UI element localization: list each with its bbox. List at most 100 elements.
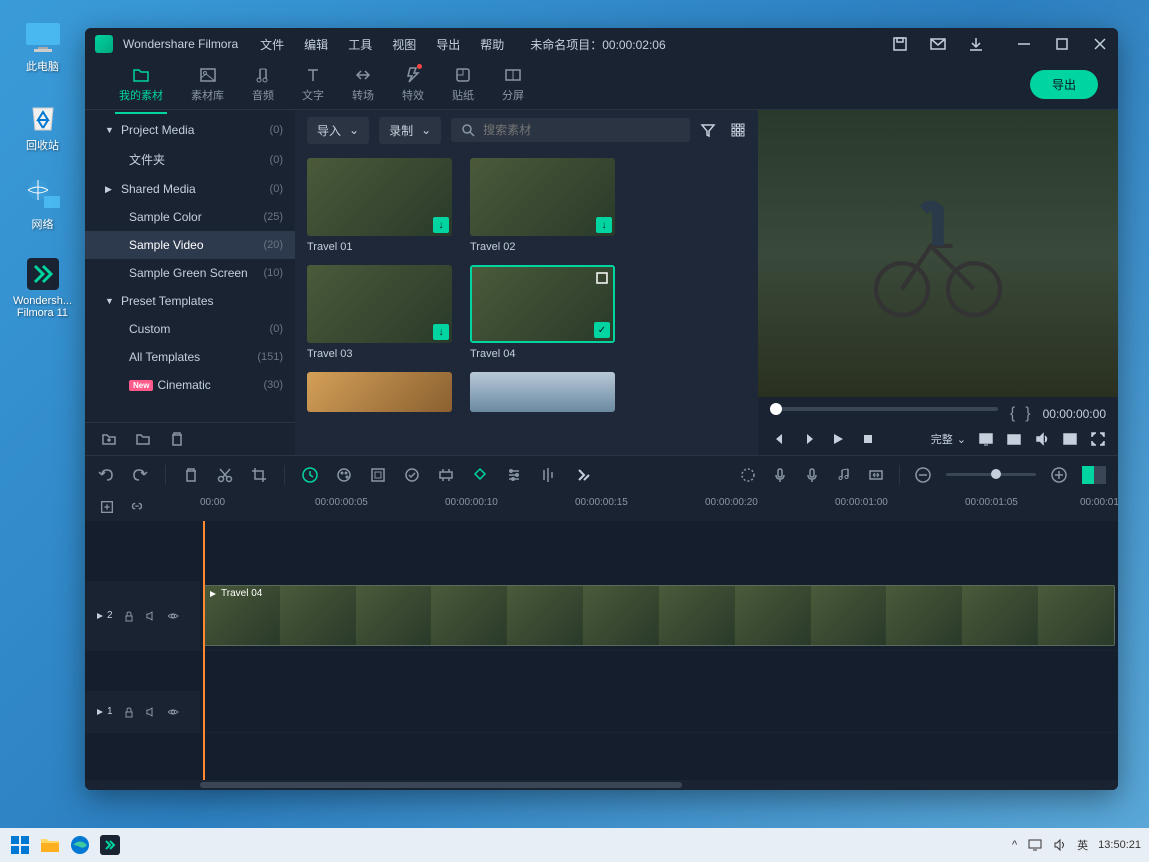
timeline-tracks[interactable]: 2 Travel 04 xyxy=(85,521,1118,780)
pip-icon[interactable] xyxy=(1062,431,1078,447)
preview-slider[interactable] xyxy=(770,407,998,411)
import-dropdown[interactable]: 导入 ⌄ xyxy=(307,117,369,144)
mute-icon[interactable] xyxy=(145,706,157,718)
motion-icon[interactable] xyxy=(403,466,421,484)
sidebar-item-folder[interactable]: 文件夹 (0) xyxy=(85,144,295,175)
visibility-icon[interactable] xyxy=(167,706,179,718)
desktop-icon-filmora[interactable]: Wondersh... Filmora 11 xyxy=(10,257,75,319)
record-icon[interactable] xyxy=(803,466,821,484)
export-button[interactable]: 导出 xyxy=(1030,70,1098,99)
menu-file[interactable]: 文件 xyxy=(260,36,284,53)
sidebar-item-green-screen[interactable]: Sample Green Screen (10) xyxy=(85,259,295,287)
ime-indicator[interactable]: 英 xyxy=(1077,837,1088,853)
lock-icon[interactable] xyxy=(123,706,135,718)
record-dropdown[interactable]: 录制 ⌄ xyxy=(379,117,441,144)
sidebar-item-cinematic[interactable]: New Cinematic (30) xyxy=(85,371,295,399)
folder-icon[interactable] xyxy=(135,431,151,447)
scrollbar-thumb[interactable] xyxy=(200,782,682,788)
audio-mix-icon[interactable] xyxy=(539,466,557,484)
grid-view-icon[interactable] xyxy=(730,122,746,138)
redo-icon[interactable] xyxy=(131,466,149,484)
crop-icon[interactable] xyxy=(250,466,268,484)
menu-tools[interactable]: 工具 xyxy=(348,36,372,53)
media-item[interactable] xyxy=(307,372,452,412)
add-folder-icon[interactable] xyxy=(101,431,117,447)
start-button[interactable] xyxy=(8,833,32,857)
search-input[interactable] xyxy=(483,123,680,137)
filter-icon[interactable] xyxy=(700,122,716,138)
voice-icon[interactable] xyxy=(771,466,789,484)
stop-icon[interactable] xyxy=(860,431,876,447)
desktop-icon-recycle[interactable]: 回收站 xyxy=(10,99,75,153)
menu-edit[interactable]: 编辑 xyxy=(304,36,328,53)
preview-video[interactable] xyxy=(758,110,1118,397)
marker-icon[interactable] xyxy=(471,466,489,484)
zoom-slider[interactable] xyxy=(946,473,1036,476)
edge-icon[interactable] xyxy=(68,833,92,857)
playhead[interactable] xyxy=(203,521,205,780)
snapshot-icon[interactable] xyxy=(1006,431,1022,447)
menu-help[interactable]: 帮助 xyxy=(480,36,504,53)
network-tray-icon[interactable] xyxy=(1027,838,1043,852)
more-icon[interactable] xyxy=(573,466,591,484)
slider-thumb[interactable] xyxy=(770,403,782,415)
mark-out-icon[interactable]: } xyxy=(1025,405,1030,423)
timeline-clip[interactable]: Travel 04 xyxy=(203,585,1115,646)
play-icon[interactable] xyxy=(830,431,846,447)
adjust-icon[interactable] xyxy=(505,466,523,484)
tab-stickers[interactable]: 贴纸 xyxy=(438,66,488,103)
volume-tray-icon[interactable] xyxy=(1053,838,1067,852)
zoom-in-icon[interactable] xyxy=(1050,466,1068,484)
prev-frame-icon[interactable] xyxy=(770,431,786,447)
fit-icon[interactable] xyxy=(867,466,885,484)
sidebar-item-preset-templates[interactable]: ▼ Preset Templates xyxy=(85,287,295,315)
display-icon[interactable] xyxy=(978,431,994,447)
link-icon[interactable] xyxy=(129,499,145,515)
mute-icon[interactable] xyxy=(145,610,157,622)
search-box[interactable] xyxy=(451,118,690,142)
track-header-audio[interactable]: 1 xyxy=(85,691,200,732)
add-track-icon[interactable] xyxy=(99,499,115,515)
track-header-video[interactable]: 2 xyxy=(85,581,200,650)
music-icon[interactable] xyxy=(835,466,853,484)
lock-icon[interactable] xyxy=(123,610,135,622)
sidebar-item-shared-media[interactable]: ▶ Shared Media (0) xyxy=(85,175,295,203)
maximize-icon[interactable] xyxy=(1054,36,1070,52)
tab-stock[interactable]: 素材库 xyxy=(177,66,238,103)
green-screen-icon[interactable] xyxy=(369,466,387,484)
zoom-thumb[interactable] xyxy=(991,469,1001,479)
explorer-icon[interactable] xyxy=(38,833,62,857)
volume-icon[interactable] xyxy=(1034,431,1050,447)
mail-icon[interactable] xyxy=(930,36,946,52)
render-icon[interactable] xyxy=(739,466,757,484)
menu-export[interactable]: 导出 xyxy=(436,36,460,53)
sidebar-item-sample-video[interactable]: Sample Video (20) xyxy=(85,231,295,259)
tab-effects[interactable]: 特效 xyxy=(388,66,438,103)
color-icon[interactable] xyxy=(335,466,353,484)
clock[interactable]: 13:50:21 xyxy=(1098,839,1141,851)
media-item[interactable]: ↓ Travel 02 xyxy=(470,158,615,253)
download-icon[interactable] xyxy=(968,36,984,52)
sidebar-item-custom[interactable]: Custom (0) xyxy=(85,315,295,343)
save-icon[interactable] xyxy=(892,36,908,52)
speed-icon[interactable] xyxy=(301,466,319,484)
tab-media[interactable]: 我的素材 xyxy=(105,66,177,103)
tab-text[interactable]: 文字 xyxy=(288,66,338,103)
sidebar-item-sample-color[interactable]: Sample Color (25) xyxy=(85,203,295,231)
timeline-scrollbar[interactable] xyxy=(85,780,1118,790)
play-pause-icon[interactable] xyxy=(800,431,816,447)
trash-icon[interactable] xyxy=(169,431,185,447)
media-item[interactable]: ↓ Travel 03 xyxy=(307,265,452,360)
media-item[interactable]: ✓ Travel 04 xyxy=(470,265,615,360)
filmora-taskbar-icon[interactable] xyxy=(98,833,122,857)
tab-splitscreen[interactable]: 分屏 xyxy=(488,66,538,103)
tab-transition[interactable]: 转场 xyxy=(338,66,388,103)
sidebar-item-all-templates[interactable]: All Templates (151) xyxy=(85,343,295,371)
delete-icon[interactable] xyxy=(182,466,200,484)
menu-view[interactable]: 视图 xyxy=(392,36,416,53)
mark-in-icon[interactable]: { xyxy=(1010,405,1015,423)
chevron-up-icon[interactable]: ^ xyxy=(1012,839,1017,851)
visibility-icon[interactable] xyxy=(167,610,179,622)
keyframe-icon[interactable] xyxy=(437,466,455,484)
cut-icon[interactable] xyxy=(216,466,234,484)
